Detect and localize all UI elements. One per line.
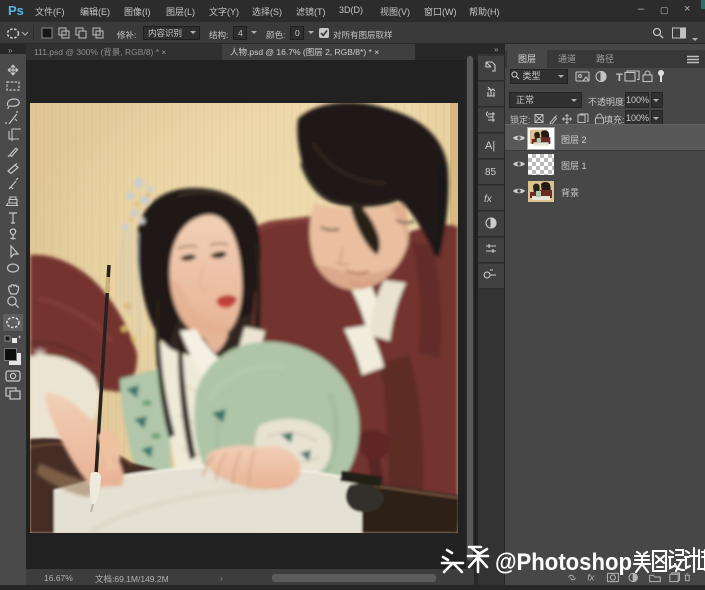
- svg-text:A|: A|: [485, 140, 495, 152]
- svg-text:T: T: [616, 72, 623, 84]
- svg-text:85: 85: [485, 167, 497, 178]
- svg-text:fx: fx: [484, 194, 493, 205]
- svg-text:@Photoshop: @Photoshop: [495, 549, 632, 576]
